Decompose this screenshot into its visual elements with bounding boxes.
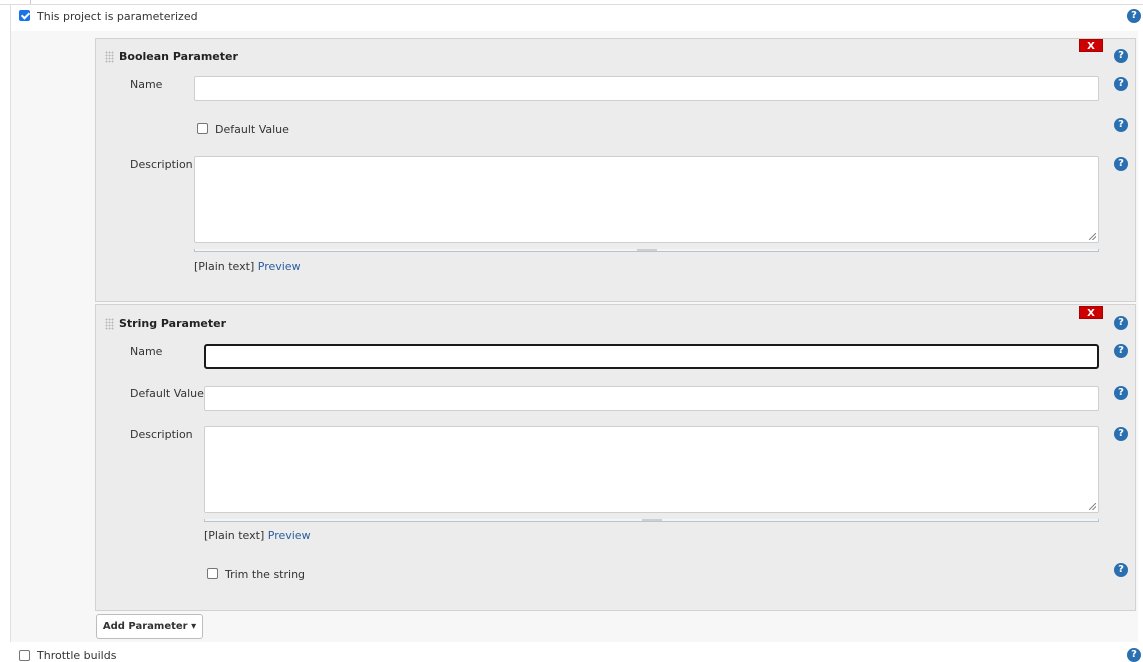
help-icon[interactable]: ? <box>1114 77 1128 91</box>
string-parameter-title: String Parameter <box>119 317 227 330</box>
help-icon[interactable]: ? <box>1127 9 1141 23</box>
format-label: [Plain text] <box>204 529 265 542</box>
description-label: Description <box>130 428 193 441</box>
add-parameter-button[interactable]: Add Parameter ▾ <box>96 614 203 639</box>
default-value-label: Default Value <box>215 123 289 136</box>
parameterized-label: This project is parameterized <box>37 10 198 23</box>
preview-link[interactable]: Preview <box>258 260 301 273</box>
help-icon[interactable]: ? <box>1114 344 1128 358</box>
description-textarea[interactable] <box>204 426 1099 513</box>
markup-format: [Plain text] Preview <box>204 529 311 542</box>
default-value-checkbox[interactable] <box>197 123 208 134</box>
throttle-builds-row: Throttle builds ? <box>0 642 1143 662</box>
preview-link[interactable]: Preview <box>268 529 311 542</box>
grip-bar <box>641 519 662 521</box>
resize-handle-icon[interactable] <box>1089 233 1096 240</box>
help-icon[interactable]: ? <box>1114 316 1128 330</box>
delete-string-parameter-button[interactable]: X <box>1079 306 1103 319</box>
help-icon[interactable]: ? <box>1114 427 1128 441</box>
trim-string-label: Trim the string <box>225 568 306 581</box>
description-label: Description <box>130 158 193 171</box>
name-input[interactable] <box>204 344 1099 369</box>
parameterized-checkbox[interactable] <box>19 10 30 21</box>
trim-string-checkbox[interactable] <box>207 568 218 579</box>
top-divider <box>0 4 1143 5</box>
markup-format: [Plain text] Preview <box>194 260 301 273</box>
help-icon[interactable]: ? <box>1114 118 1128 132</box>
help-icon[interactable]: ? <box>1127 648 1141 662</box>
help-icon[interactable]: ? <box>1114 386 1128 400</box>
drag-handle-icon[interactable] <box>105 51 114 63</box>
description-textarea[interactable] <box>194 156 1099 243</box>
name-label: Name <box>130 345 163 358</box>
string-parameter-block: String Parameter X Name Default Value De… <box>95 304 1136 611</box>
help-icon[interactable]: ? <box>1114 157 1128 171</box>
delete-boolean-parameter-button[interactable]: X <box>1079 39 1103 52</box>
boolean-parameter-title: Boolean Parameter <box>119 50 238 63</box>
help-icon[interactable]: ? <box>1114 49 1128 63</box>
help-icon[interactable]: ? <box>1114 563 1128 577</box>
name-input[interactable] <box>194 76 1099 101</box>
textarea-expand-handle[interactable] <box>194 249 1099 252</box>
drag-handle-icon[interactable] <box>105 318 114 330</box>
left-rule <box>10 4 11 656</box>
name-label: Name <box>130 78 163 91</box>
textarea-expand-handle[interactable] <box>204 519 1099 522</box>
boolean-parameter-block: Boolean Parameter X Name Default Value D… <box>95 38 1136 302</box>
default-value-input[interactable] <box>204 386 1099 411</box>
default-value-label: Default Value <box>130 387 204 400</box>
resize-handle-icon[interactable] <box>1089 503 1096 510</box>
format-label: [Plain text] <box>194 260 255 273</box>
grip-bar <box>636 249 657 251</box>
